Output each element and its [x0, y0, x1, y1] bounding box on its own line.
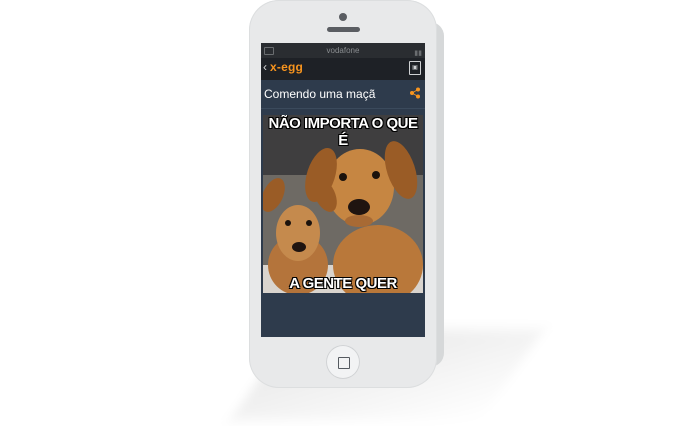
- post-title-bar: Comendo uma maçã: [261, 80, 425, 109]
- battery-icon: [264, 47, 274, 55]
- meme-image[interactable]: NÃO IMPORTA O QUE É A GENTE QUER: [263, 115, 423, 293]
- gallery-add-icon[interactable]: ▣: [409, 61, 421, 75]
- app-brand-logo[interactable]: x-egg: [270, 60, 303, 74]
- home-button[interactable]: [326, 345, 360, 379]
- meme-top-text: NÃO IMPORTA O QUE É: [268, 115, 419, 149]
- phone-screen: vodafone ▮▮ ‹ x-egg ▣ Comendo uma maçã N…: [261, 43, 425, 337]
- meme-bottom-text: A GENTE QUER: [289, 275, 397, 292]
- status-bar: vodafone ▮▮: [261, 43, 425, 58]
- post-title: Comendo uma maçã: [264, 87, 376, 101]
- earpiece-speaker: [327, 27, 360, 32]
- carrier-label: vodafone: [326, 46, 360, 55]
- app-bar: ‹ x-egg ▣: [261, 58, 425, 80]
- home-square-icon: [338, 357, 350, 369]
- chevron-left-icon[interactable]: ‹: [263, 60, 267, 74]
- share-icon[interactable]: [409, 87, 421, 99]
- front-camera: [339, 13, 347, 21]
